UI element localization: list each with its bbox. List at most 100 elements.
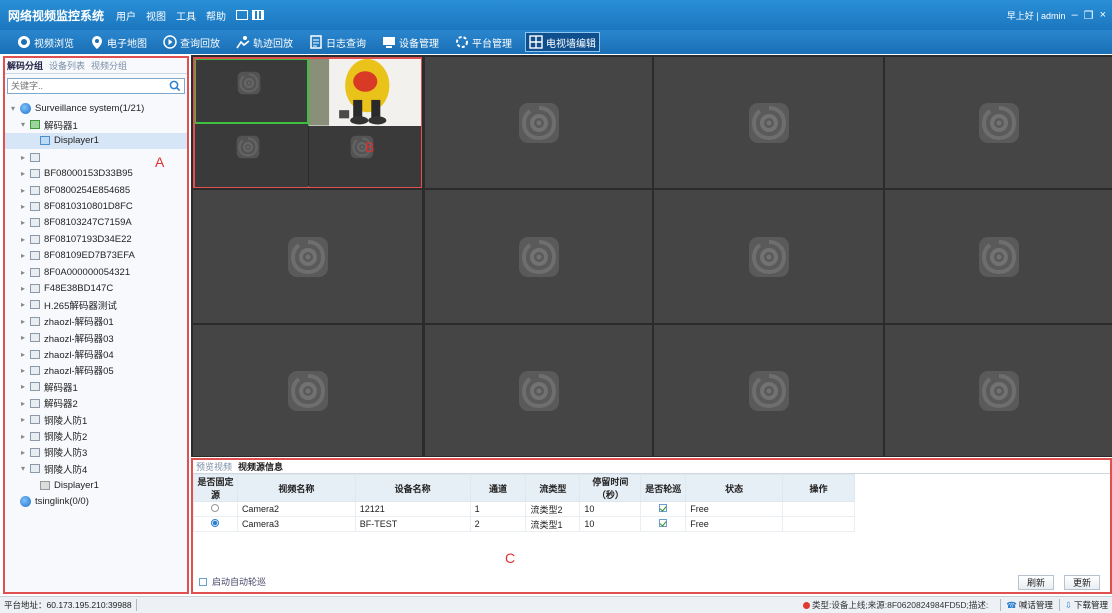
tab-video-source-info[interactable]: 视频源信息	[238, 460, 283, 473]
tree-item[interactable]: ▸ 8F0810310801D8FC	[5, 198, 187, 214]
close-icon[interactable]: ×	[1100, 9, 1106, 21]
window-mode-icon[interactable]	[236, 10, 249, 20]
poll-checkbox[interactable]	[640, 516, 687, 532]
expand-arrow-icon[interactable]: ▸	[19, 153, 27, 162]
tree-item[interactable]: ▸ H.265解码器测试	[5, 297, 187, 313]
toolbar-log-query[interactable]: 日志查询	[306, 32, 369, 52]
table-row[interactable]: Camera3 BF-TEST 2 流类型1 10 Free	[193, 516, 855, 532]
video-cell[interactable]	[425, 190, 652, 323]
tree-item[interactable]: ▸ 8F08109ED7B73EFA	[5, 248, 187, 264]
video-cell[interactable]	[654, 325, 883, 456]
fixed-source-radio[interactable]	[193, 501, 238, 517]
tree-item[interactable]: ▾ 解码器1	[5, 116, 187, 132]
collapse-arrow-icon[interactable]: ▾	[9, 104, 17, 113]
search-input[interactable]	[8, 79, 158, 93]
tree-item[interactable]: ▸ zhaozl-解码器05	[5, 362, 187, 378]
auto-poll-checkbox[interactable]	[199, 577, 207, 586]
video-cell[interactable]	[654, 57, 883, 188]
operation-cell[interactable]	[782, 501, 855, 517]
tree-item[interactable]: ▸ 解码器2	[5, 395, 187, 411]
video-cell-selected[interactable]: B	[193, 57, 422, 188]
tree-item[interactable]: ▸ 8F08103247C7159A	[5, 215, 187, 231]
expand-arrow-icon[interactable]: ▸	[19, 448, 27, 457]
tree-item[interactable]: ▸ F48E38BD147C	[5, 280, 187, 296]
user-greeting[interactable]: 早上好 | admin	[1007, 9, 1066, 22]
toolbar-video-browse[interactable]: 视频浏览	[14, 32, 77, 52]
video-cell[interactable]	[425, 325, 652, 456]
tab-video-group[interactable]: 视频分组	[91, 59, 127, 72]
tree-item[interactable]: ▸ zhaozl-解码器01	[5, 313, 187, 329]
expand-arrow-icon[interactable]: ▸	[19, 218, 27, 227]
video-cell[interactable]	[885, 57, 1112, 188]
tree-item[interactable]: ▸ 铜陵人防1	[5, 411, 187, 427]
tree-item[interactable]: ▸ 铜陵人防3	[5, 444, 187, 460]
tab-decoder-group[interactable]: 解码分组	[7, 59, 43, 72]
menu-tools[interactable]: 工具	[176, 8, 196, 23]
expand-arrow-icon[interactable]: ▸	[19, 399, 27, 408]
expand-arrow-icon[interactable]: ▸	[19, 169, 27, 178]
video-cell[interactable]	[654, 190, 883, 323]
operation-cell[interactable]	[782, 516, 855, 532]
collapse-arrow-icon[interactable]: ▾	[19, 464, 27, 473]
menu-view[interactable]: 视图	[146, 8, 166, 23]
tree-item[interactable]: ▾ 铜陵人防4	[5, 461, 187, 477]
grid-mode-icon[interactable]	[252, 10, 265, 20]
collapse-arrow-icon[interactable]: ▾	[19, 120, 27, 129]
poll-checkbox[interactable]	[640, 501, 687, 517]
tab-device-list[interactable]: 设备列表	[49, 59, 85, 72]
tree-item[interactable]: ▸ 8F0A000000054321	[5, 264, 187, 280]
video-cell[interactable]	[885, 325, 1112, 456]
toolbar-track-playback[interactable]: 轨迹回放	[233, 32, 296, 52]
expand-arrow-icon[interactable]: ▸	[19, 300, 27, 309]
expand-arrow-icon[interactable]: ▸	[19, 415, 27, 424]
minimize-icon[interactable]: –	[1072, 9, 1078, 21]
expand-arrow-icon[interactable]: ▸	[19, 186, 27, 195]
tree-item[interactable]: ▸ zhaozl-解码器04	[5, 346, 187, 362]
video-subwindow[interactable]	[195, 123, 308, 187]
video-cell[interactable]	[425, 57, 652, 188]
auto-poll-option[interactable]: 启动自动轮巡	[199, 575, 266, 588]
expand-arrow-icon[interactable]: ▸	[19, 366, 27, 375]
search-icon[interactable]	[169, 80, 181, 92]
menu-user[interactable]: 用户	[116, 8, 136, 23]
radio-button[interactable]	[211, 519, 220, 527]
expand-arrow-icon[interactable]: ▸	[19, 268, 27, 277]
intercom-button[interactable]: ☎ 喊话管理	[1000, 599, 1053, 611]
video-cell[interactable]	[885, 190, 1112, 323]
video-subwindow[interactable]	[195, 59, 308, 123]
toolbar-playback[interactable]: 查询回放	[160, 32, 223, 52]
tree-item[interactable]: ▸ zhaozl-解码器03	[5, 329, 187, 345]
tree-item[interactable]: ▾ Surveillance system(1/21)	[5, 100, 187, 116]
tree-item[interactable]: ▸ 铜陵人防2	[5, 428, 187, 444]
restore-icon[interactable]: ❐	[1084, 9, 1094, 22]
toolbar-tv-wall-edit[interactable]: 电视墙编辑	[525, 32, 600, 52]
alert-message[interactable]: 类型:设备上线;来源:8F0620824984FD5D;描述:	[803, 599, 988, 611]
tab-preview-video[interactable]: 预览视频	[196, 460, 232, 473]
checkbox[interactable]	[659, 519, 668, 527]
checkbox[interactable]	[659, 504, 668, 512]
radio-button[interactable]	[211, 504, 220, 512]
fixed-source-radio[interactable]	[193, 516, 238, 532]
tree-item[interactable]: Displayer1	[5, 477, 187, 493]
tree-item[interactable]: ▸ 8F08107193D34E22	[5, 231, 187, 247]
tree-item[interactable]: ▸ 解码器1	[5, 379, 187, 395]
expand-arrow-icon[interactable]: ▸	[19, 350, 27, 359]
expand-arrow-icon[interactable]: ▸	[19, 333, 27, 342]
expand-arrow-icon[interactable]: ▸	[19, 202, 27, 211]
toolbar-platform-manage[interactable]: 平台管理	[452, 32, 515, 52]
expand-arrow-icon[interactable]: ▸	[19, 382, 27, 391]
expand-arrow-icon[interactable]: ▸	[19, 251, 27, 260]
menu-help[interactable]: 帮助	[206, 8, 226, 23]
video-cell[interactable]	[193, 325, 422, 456]
tree-item[interactable]: tsinglink(0/0)	[5, 493, 187, 509]
refresh-button[interactable]: 刷新	[1018, 575, 1054, 590]
table-row[interactable]: Camera2 12121 1 流类型2 10 Free	[193, 501, 855, 517]
video-subwindow[interactable]	[308, 123, 421, 187]
expand-arrow-icon[interactable]: ▸	[19, 317, 27, 326]
expand-arrow-icon[interactable]: ▸	[19, 235, 27, 244]
video-cell[interactable]	[193, 190, 422, 323]
toolbar-emap[interactable]: 电子地图	[87, 32, 150, 52]
tree-item[interactable]: Displayer1	[5, 132, 187, 150]
download-button[interactable]: ⇩ 下载管理	[1058, 599, 1108, 611]
expand-arrow-icon[interactable]: ▸	[19, 432, 27, 441]
